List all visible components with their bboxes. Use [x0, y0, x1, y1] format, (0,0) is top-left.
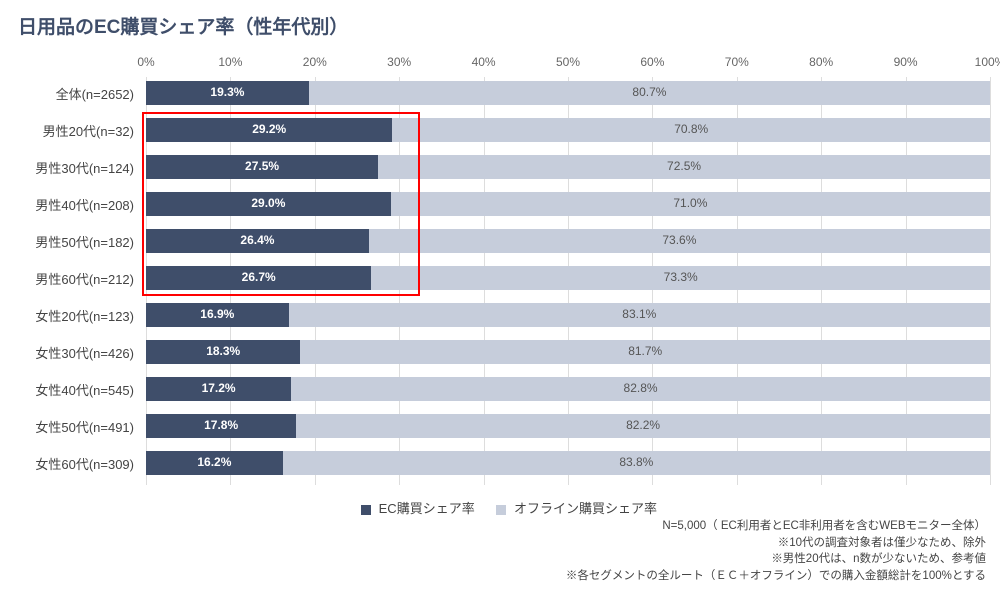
axis-tick: 100%	[975, 55, 1000, 69]
axis-tick: 60%	[640, 55, 664, 69]
value-ec: 19.3%	[146, 85, 309, 99]
legend: EC購買シェア率 オフライン購買シェア率	[0, 498, 1000, 517]
legend-label-off: オフライン購買シェア率	[514, 501, 657, 516]
category-label: 男性20代(n=32)	[0, 121, 134, 140]
value-offline: 73.3%	[371, 270, 990, 284]
axis-tick: 70%	[725, 55, 749, 69]
value-offline: 73.6%	[369, 233, 990, 247]
value-ec: 16.2%	[146, 455, 283, 469]
category-label: 女性40代(n=545)	[0, 380, 134, 399]
value-ec: 18.3%	[146, 344, 300, 358]
footnote-line: ※各セグメントの全ルート（ＥＣ＋オフライン）での購入金額総計を100%とする	[566, 568, 986, 585]
value-ec: 26.4%	[146, 233, 369, 247]
value-offline: 82.2%	[296, 418, 990, 432]
axis-tick: 90%	[894, 55, 918, 69]
category-label: 男性30代(n=124)	[0, 158, 134, 177]
chart-title: 日用品のEC購買シェア率（性年代別）	[0, 0, 1000, 39]
axis-tick: 20%	[303, 55, 327, 69]
category-label: 女性60代(n=309)	[0, 454, 134, 473]
bar-row: 女性40代(n=545)17.2%82.8%	[146, 377, 990, 401]
bar-row: 男性60代(n=212)26.7%73.3%	[146, 266, 990, 290]
legend-label-ec: EC購買シェア率	[379, 501, 475, 516]
gridline	[990, 77, 991, 485]
value-ec: 26.7%	[146, 270, 371, 284]
footnote-line: N=5,000（ EC利用者とEC非利用者を含むWEBモニター全体）	[566, 518, 986, 535]
category-label: 男性60代(n=212)	[0, 269, 134, 288]
bar-row: 女性30代(n=426)18.3%81.7%	[146, 340, 990, 364]
value-offline: 82.8%	[291, 381, 990, 395]
legend-swatch-off	[496, 505, 506, 515]
category-label: 女性50代(n=491)	[0, 417, 134, 436]
bar-row: 男性20代(n=32)29.2%70.8%	[146, 118, 990, 142]
category-label: 男性50代(n=182)	[0, 232, 134, 251]
value-ec: 29.0%	[146, 196, 391, 210]
bar-row: 女性60代(n=309)16.2%83.8%	[146, 451, 990, 475]
value-offline: 80.7%	[309, 85, 990, 99]
footnote-line: ※10代の調査対象者は僅少なため、除外	[566, 535, 986, 552]
value-offline: 83.1%	[289, 307, 990, 321]
axis-tick: 40%	[472, 55, 496, 69]
axis-tick: 50%	[556, 55, 580, 69]
axis-tick: 0%	[137, 55, 154, 69]
value-ec: 29.2%	[146, 122, 392, 136]
category-label: 男性40代(n=208)	[0, 195, 134, 214]
bar-row: 女性20代(n=123)16.9%83.1%	[146, 303, 990, 327]
value-offline: 72.5%	[378, 159, 990, 173]
value-offline: 70.8%	[392, 122, 990, 136]
chart-area: 0% 10% 20% 30% 40% 50% 60% 70% 80% 90% 100% 全体(n=2…	[0, 55, 1000, 485]
bar-row: 全体(n=2652)19.3%80.7%	[146, 81, 990, 105]
bar-row: 男性50代(n=182)26.4%73.6%	[146, 229, 990, 253]
legend-swatch-ec	[361, 505, 371, 515]
value-ec: 27.5%	[146, 159, 378, 173]
footnote-line: ※男性20代は、n数が少ないため、参考値	[566, 551, 986, 568]
value-ec: 17.2%	[146, 381, 291, 395]
value-offline: 81.7%	[300, 344, 990, 358]
plot-area: 全体(n=2652)19.3%80.7% 男性20代(n=32)29.2%70.8…	[146, 77, 990, 485]
value-ec: 17.8%	[146, 418, 296, 432]
category-label: 女性20代(n=123)	[0, 306, 134, 325]
value-ec: 16.9%	[146, 307, 289, 321]
axis-tick: 10%	[218, 55, 242, 69]
bar-row: 男性40代(n=208)29.0%71.0%	[146, 192, 990, 216]
value-offline: 71.0%	[391, 196, 990, 210]
bar-row: 女性50代(n=491)17.8%82.2%	[146, 414, 990, 438]
axis-tick: 80%	[809, 55, 833, 69]
footnotes: N=5,000（ EC利用者とEC非利用者を含むWEBモニター全体） ※10代の…	[566, 518, 986, 585]
value-offline: 83.8%	[283, 455, 990, 469]
category-label: 全体(n=2652)	[0, 84, 134, 103]
category-label: 女性30代(n=426)	[0, 343, 134, 362]
x-axis: 0%10%20%30%40%50%60%70%80%90%100%	[146, 55, 990, 75]
axis-tick: 30%	[387, 55, 411, 69]
bar-row: 男性30代(n=124)27.5%72.5%	[146, 155, 990, 179]
